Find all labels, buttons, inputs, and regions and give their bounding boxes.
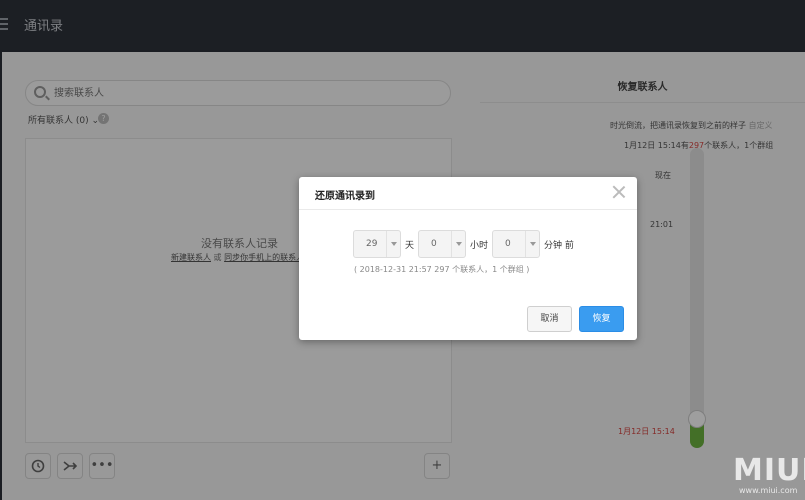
divider	[299, 209, 637, 210]
hours-unit: 小时	[470, 241, 489, 251]
restore-dialog: 还原通讯录到 29 天 0 小时 0 分钟 前 ( 2018-12-31 21:…	[299, 177, 637, 340]
minutes-select[interactable]: 0	[492, 230, 540, 258]
hours-select[interactable]: 0	[418, 230, 466, 258]
days-unit: 天	[405, 241, 415, 251]
chevron-down-icon	[451, 231, 465, 257]
restore-button[interactable]: 恢复	[579, 306, 624, 332]
cancel-button[interactable]: 取消	[527, 306, 572, 332]
miui-url: www.miui.com	[739, 486, 798, 495]
chevron-down-icon	[525, 231, 539, 257]
dialog-title: 还原通讯录到	[315, 191, 375, 202]
miui-logo: MIUI	[733, 453, 805, 488]
restore-point-note: ( 2018-12-31 21:57 297 个联系人，1 个群组 )	[354, 265, 530, 274]
minutes-unit: 分钟 前	[544, 241, 574, 251]
chevron-down-icon	[386, 231, 400, 257]
days-select[interactable]: 29	[353, 230, 401, 258]
close-icon[interactable]	[612, 185, 626, 199]
